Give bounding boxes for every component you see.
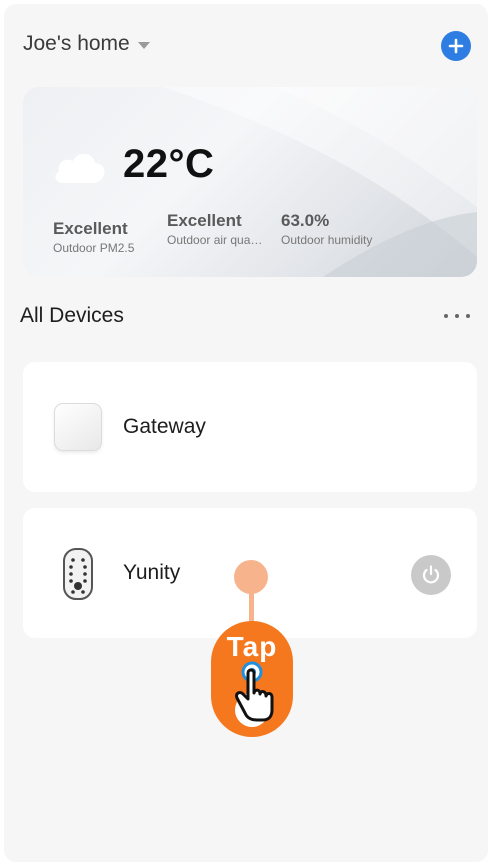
header: Joe's home <box>4 4 488 84</box>
app-screen: Joe's home 22°C Excellent Outdoor PM2.5 … <box>4 4 488 862</box>
temperature: 22°C <box>123 142 215 186</box>
metric-label: Outdoor humidity <box>281 233 373 247</box>
chevron-down-icon <box>137 41 150 49</box>
metric-value: Excellent <box>53 219 128 238</box>
metric-value: Excellent <box>167 211 242 230</box>
more-horizontal-icon <box>444 314 448 318</box>
section-title: All Devices <box>20 304 124 327</box>
metric-air-quality: Excellent Outdoor air qua… <box>167 211 262 247</box>
pointer-hand-icon <box>235 661 274 727</box>
gateway-icon <box>54 403 102 451</box>
power-icon <box>422 565 440 584</box>
metric-label: Outdoor air qua… <box>167 233 263 247</box>
device-card-gateway[interactable]: Gateway <box>23 362 477 492</box>
tap-label: Tap <box>226 631 278 662</box>
add-device-button[interactable] <box>441 31 471 61</box>
home-name: Joe's home <box>23 32 130 55</box>
power-toggle-button[interactable] <box>411 555 451 595</box>
cloud-icon <box>55 153 105 183</box>
more-options-button[interactable] <box>444 306 470 326</box>
tap-connector <box>249 589 254 625</box>
tap-badge: Tap <box>211 621 293 737</box>
device-name: Gateway <box>123 415 206 438</box>
metric-value: 63.0% <box>281 211 330 230</box>
metric-humidity: 63.0% Outdoor humidity <box>281 211 372 247</box>
weather-card[interactable]: 22°C Excellent Outdoor PM2.5 Excellent O… <box>23 87 477 277</box>
metric-label: Outdoor PM2.5 <box>53 241 135 255</box>
device-name: Yunity <box>123 561 181 584</box>
metric-pm25: Excellent Outdoor PM2.5 <box>53 219 134 255</box>
home-selector[interactable]: Joe's home <box>23 32 150 56</box>
smart-lock-icon <box>63 548 93 600</box>
plus-icon <box>448 38 464 54</box>
